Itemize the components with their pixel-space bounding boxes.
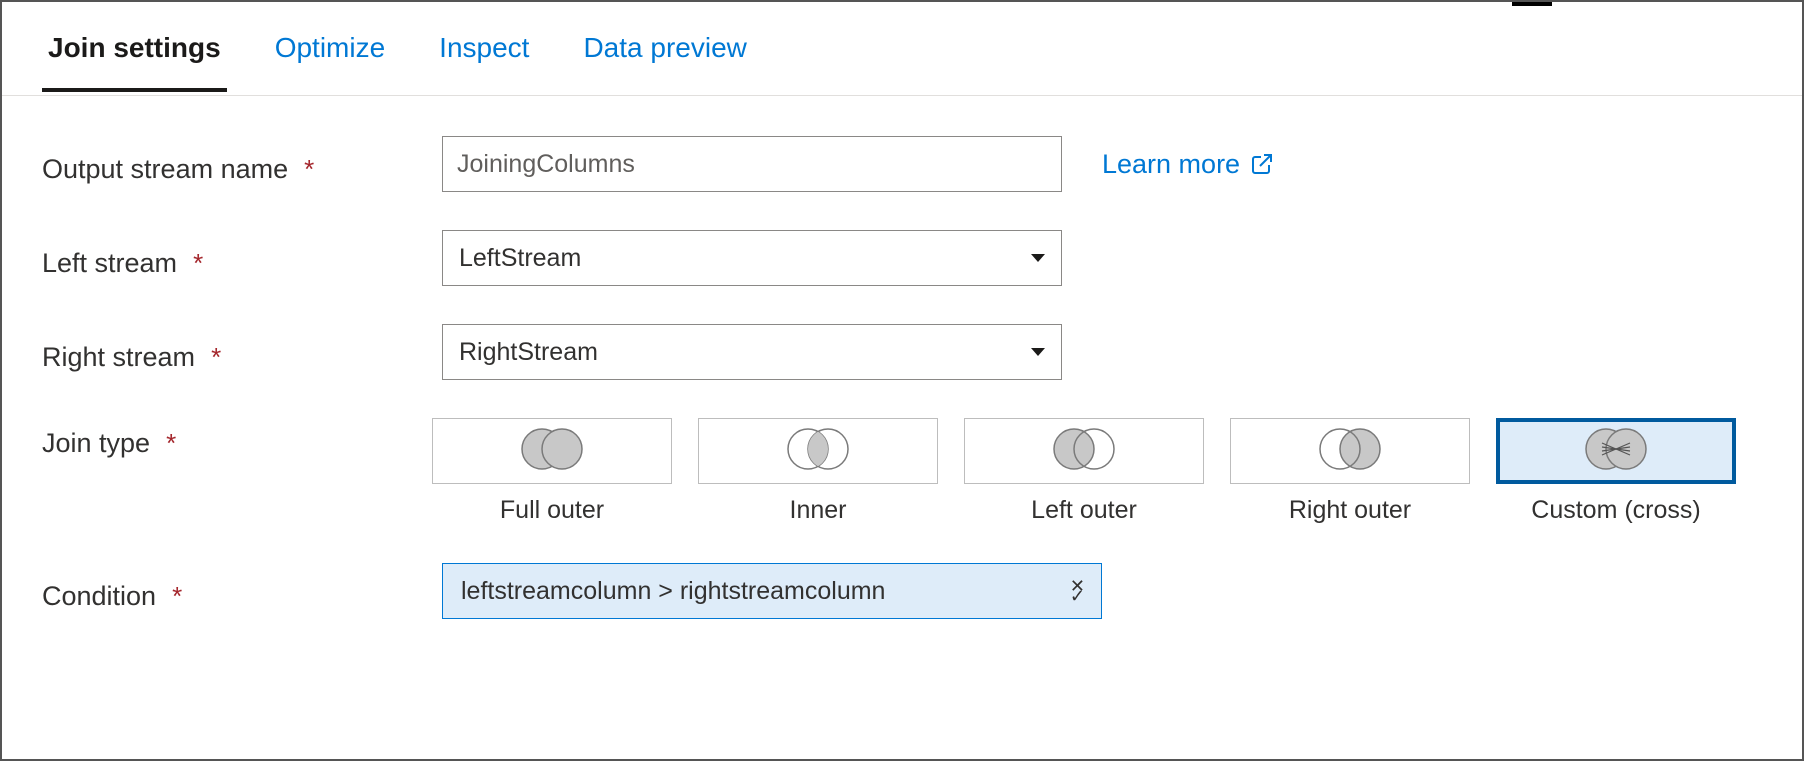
condition-input[interactable] (459, 576, 1070, 607)
join-type-left-outer: Left outer (964, 418, 1204, 525)
join-settings-panel: Join settings Optimize Inspect Data prev… (0, 0, 1804, 761)
learn-more-label: Learn more (1102, 149, 1240, 180)
join-type-full-outer-button[interactable] (432, 418, 672, 484)
right-stream-value: RightStream (459, 338, 598, 367)
label-text: Output stream name (42, 154, 288, 185)
learn-more-link[interactable]: Learn more (1102, 149, 1274, 180)
left-stream-select[interactable]: LeftStream (442, 230, 1062, 286)
join-type-left-outer-button[interactable] (964, 418, 1204, 484)
join-type-label: Inner (790, 496, 847, 525)
label-text: Left stream (42, 248, 177, 279)
join-type-right-outer: Right outer (1230, 418, 1470, 525)
label-left-stream: Left stream * (42, 238, 442, 279)
row-join-type: Join type * Full outer (42, 418, 1762, 525)
row-output-stream-name: Output stream name * Learn more (42, 136, 1762, 192)
join-type-custom-cross: Custom (cross) (1496, 418, 1736, 525)
chevron-down-icon (1031, 254, 1045, 262)
external-link-icon (1250, 152, 1274, 176)
label-text: Condition (42, 581, 156, 612)
join-type-custom-cross-button[interactable] (1496, 418, 1736, 484)
tab-join-settings[interactable]: Join settings (42, 6, 227, 92)
condition-validation-icons[interactable]: ✕ ✓ (1070, 580, 1085, 602)
form-area: Output stream name * Learn more Left str… (2, 96, 1802, 639)
label-text: Join type (42, 428, 150, 459)
join-type-options: Full outer (432, 418, 1762, 525)
row-condition: Condition * ✕ ✓ (42, 563, 1762, 619)
venn-cross-icon (1576, 426, 1656, 477)
tab-row: Join settings Optimize Inspect Data prev… (2, 2, 1802, 96)
label-text: Right stream (42, 342, 195, 373)
label-join-type: Join type * (42, 418, 432, 459)
join-type-label: Full outer (500, 496, 604, 525)
join-type-inner-button[interactable] (698, 418, 938, 484)
tab-optimize[interactable]: Optimize (269, 6, 391, 92)
row-left-stream: Left stream * LeftStream (42, 230, 1762, 286)
row-right-stream: Right stream * RightStream (42, 324, 1762, 380)
venn-right-outer-icon (1310, 426, 1390, 477)
venn-full-outer-icon (512, 426, 592, 477)
output-stream-name-input[interactable] (442, 136, 1062, 192)
venn-left-outer-icon (1044, 426, 1124, 477)
validate-check-icon: ✓ (1070, 590, 1085, 602)
condition-input-wrap: ✕ ✓ (442, 563, 1102, 619)
left-stream-value: LeftStream (459, 244, 581, 273)
venn-inner-icon (778, 426, 858, 477)
join-type-label: Left outer (1031, 496, 1137, 525)
tab-data-preview[interactable]: Data preview (577, 6, 752, 92)
join-type-label: Custom (cross) (1531, 496, 1700, 525)
join-type-full-outer: Full outer (432, 418, 672, 525)
join-type-label: Right outer (1289, 496, 1411, 525)
join-type-right-outer-button[interactable] (1230, 418, 1470, 484)
required-mark: * (166, 428, 176, 459)
join-type-inner: Inner (698, 418, 938, 525)
label-right-stream: Right stream * (42, 332, 442, 373)
chevron-down-icon (1031, 348, 1045, 356)
label-condition: Condition * (42, 571, 442, 612)
required-mark: * (193, 248, 203, 279)
right-stream-select[interactable]: RightStream (442, 324, 1062, 380)
required-mark: * (304, 154, 314, 185)
tab-inspect[interactable]: Inspect (433, 6, 535, 92)
label-output-stream-name: Output stream name * (42, 144, 442, 185)
required-mark: * (211, 342, 221, 373)
top-accent-bar (1512, 2, 1552, 6)
required-mark: * (172, 581, 182, 612)
